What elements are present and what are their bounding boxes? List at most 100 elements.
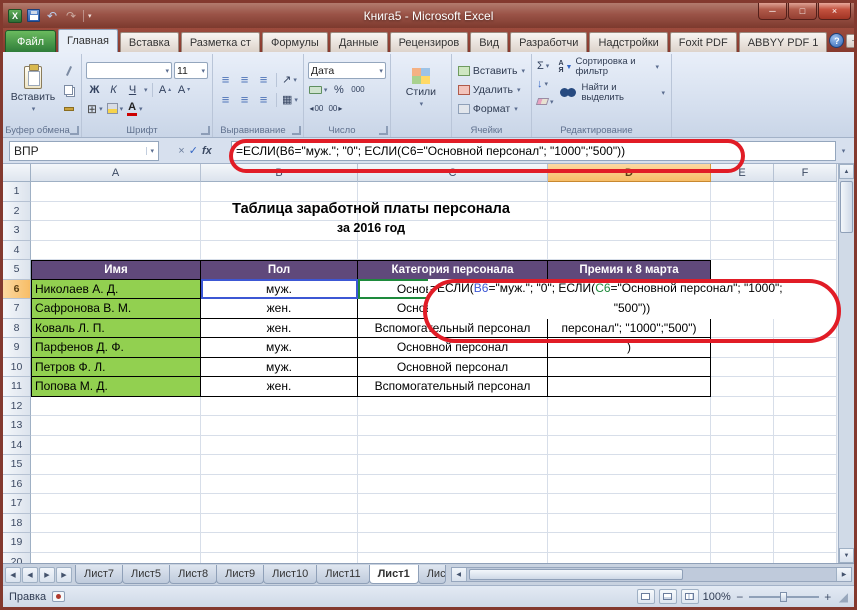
comma-format-button[interactable]: 000 (349, 81, 366, 98)
cell-B13[interactable] (201, 416, 358, 436)
cell-F17[interactable] (774, 494, 837, 514)
row-header-4[interactable]: 4 (3, 240, 31, 260)
cell-D9[interactable]: ) (548, 338, 711, 358)
zoom-in-button[interactable]: + (823, 590, 833, 604)
row-header-6[interactable]: 6 (3, 279, 31, 299)
cell-D18[interactable] (548, 513, 711, 533)
font-size-select[interactable]: 11 ▾ (174, 62, 208, 79)
cell-A20[interactable] (31, 552, 201, 563)
cell-D14[interactable] (548, 435, 711, 455)
cell-C11[interactable]: Вспомогательный персонал (358, 377, 548, 397)
cell-F13[interactable] (774, 416, 837, 436)
first-sheet-button[interactable]: ◀ (5, 566, 21, 583)
cell-D10[interactable] (548, 357, 711, 377)
cell-F4[interactable] (774, 240, 837, 260)
increase-decimal-button[interactable]: ◂ 00 (308, 100, 325, 117)
workbook-minimize-button[interactable]: ─ (846, 33, 854, 48)
align-left-button[interactable]: ≡ (217, 91, 234, 108)
name-box[interactable]: ВПР ▾ (9, 140, 159, 161)
orientation-button[interactable]: ↗ ▾ (281, 71, 298, 88)
sheet-tab-Лист8[interactable]: Лист8 (169, 565, 218, 584)
column-header-F[interactable]: F (774, 164, 837, 182)
cell-B19[interactable] (201, 533, 358, 553)
maximize-button[interactable]: □ (788, 3, 817, 20)
number-format-select[interactable]: Дата ▾ (307, 62, 386, 79)
cell-C1[interactable] (358, 182, 548, 202)
cell-B11[interactable]: жен. (201, 377, 358, 397)
view-normal-button[interactable] (636, 589, 655, 604)
ribbon-tab-Вид[interactable]: Вид (470, 32, 509, 52)
horizontal-scroll-thumb[interactable] (468, 569, 683, 580)
zoom-slider[interactable] (748, 591, 819, 602)
align-top-button[interactable]: ≡ (217, 71, 234, 88)
sheet-subtitle-cell[interactable]: за 2016 год (31, 221, 711, 241)
cell-D16[interactable] (548, 474, 711, 494)
row-header-8[interactable]: 8 (3, 318, 31, 338)
row-header-5[interactable]: 5 (3, 260, 31, 280)
row-header-11[interactable]: 11 (3, 377, 31, 397)
underline-button[interactable]: Ч (124, 81, 141, 98)
cell-F3[interactable] (774, 221, 837, 241)
cell-D11[interactable] (548, 377, 711, 397)
cell-A17[interactable] (31, 494, 201, 514)
redo-button[interactable]: ↷ (63, 8, 79, 24)
vertical-scroll-thumb[interactable] (840, 181, 853, 233)
cell-F9[interactable] (774, 338, 837, 358)
fill-color-button[interactable]: ▾ (106, 100, 125, 117)
cell-A8[interactable]: Коваль Л. П. (31, 318, 201, 338)
row-header-9[interactable]: 9 (3, 338, 31, 358)
ribbon-tab-Данные[interactable]: Данные (329, 32, 388, 52)
borders-button[interactable]: ⊞ ▾ (86, 100, 104, 117)
column-header-D[interactable]: D (548, 164, 711, 182)
row-header-10[interactable]: 10 (3, 357, 31, 377)
cell-B17[interactable] (201, 494, 358, 514)
cell-B10[interactable]: муж. (201, 357, 358, 377)
row-header-15[interactable]: 15 (3, 455, 31, 475)
cell-D12[interactable] (548, 396, 711, 416)
cell-C10[interactable]: Основной персонал (358, 357, 548, 377)
sheet-tab-Лист10[interactable]: Лист10 (263, 565, 318, 584)
cell-styles-button[interactable]: Стили ▾ (395, 55, 447, 121)
format-cells-button[interactable]: Формат ▾ (456, 100, 527, 118)
cell-F20[interactable] (774, 552, 837, 563)
cell-B18[interactable] (201, 513, 358, 533)
cell-D4[interactable] (548, 240, 711, 260)
cell-D17[interactable] (548, 494, 711, 514)
macro-record-button[interactable] (52, 591, 66, 602)
cell-F19[interactable] (774, 533, 837, 553)
cell-E5[interactable] (711, 260, 774, 280)
cell-A4[interactable] (31, 240, 201, 260)
cell-A13[interactable] (31, 416, 201, 436)
minimize-button[interactable]: ─ (758, 3, 787, 20)
ribbon-tab-Вставка[interactable]: Вставка (119, 32, 179, 52)
row-header-2[interactable]: 2 (3, 201, 31, 221)
cell-D5[interactable]: Премия к 8 марта (548, 260, 711, 280)
cell-E2[interactable] (711, 201, 774, 221)
autosum-button[interactable]: Σ ▾ (536, 57, 555, 74)
vertical-scroll-track[interactable] (839, 179, 854, 548)
alignment-dialog-launcher[interactable] (291, 126, 301, 135)
cell-D19[interactable] (548, 533, 711, 553)
cell-F11[interactable] (774, 377, 837, 397)
scroll-down-button[interactable]: ▼ (839, 548, 854, 563)
cell-E17[interactable] (711, 494, 774, 514)
row-header-19[interactable]: 19 (3, 533, 31, 553)
number-dialog-launcher[interactable] (378, 126, 388, 135)
cell-E9[interactable] (711, 338, 774, 358)
cell-C13[interactable] (358, 416, 548, 436)
row-header-16[interactable]: 16 (3, 474, 31, 494)
cell-A18[interactable] (31, 513, 201, 533)
cell-E16[interactable] (711, 474, 774, 494)
cell-A10[interactable]: Петров Ф. Л. (31, 357, 201, 377)
sheet-tab-Лист5[interactable]: Лист5 (122, 565, 171, 584)
view-page-layout-button[interactable] (658, 589, 677, 604)
paste-button[interactable]: Вставить ▾ (8, 59, 58, 121)
cell-F8[interactable] (774, 318, 837, 338)
cell-B1[interactable] (201, 182, 358, 202)
column-header-C[interactable]: C (358, 164, 548, 182)
percent-format-button[interactable]: % (330, 81, 347, 98)
column-header-E[interactable]: E (711, 164, 774, 182)
cell-A12[interactable] (31, 396, 201, 416)
cell-E12[interactable] (711, 396, 774, 416)
cell-C9[interactable]: Основной персонал (358, 338, 548, 358)
